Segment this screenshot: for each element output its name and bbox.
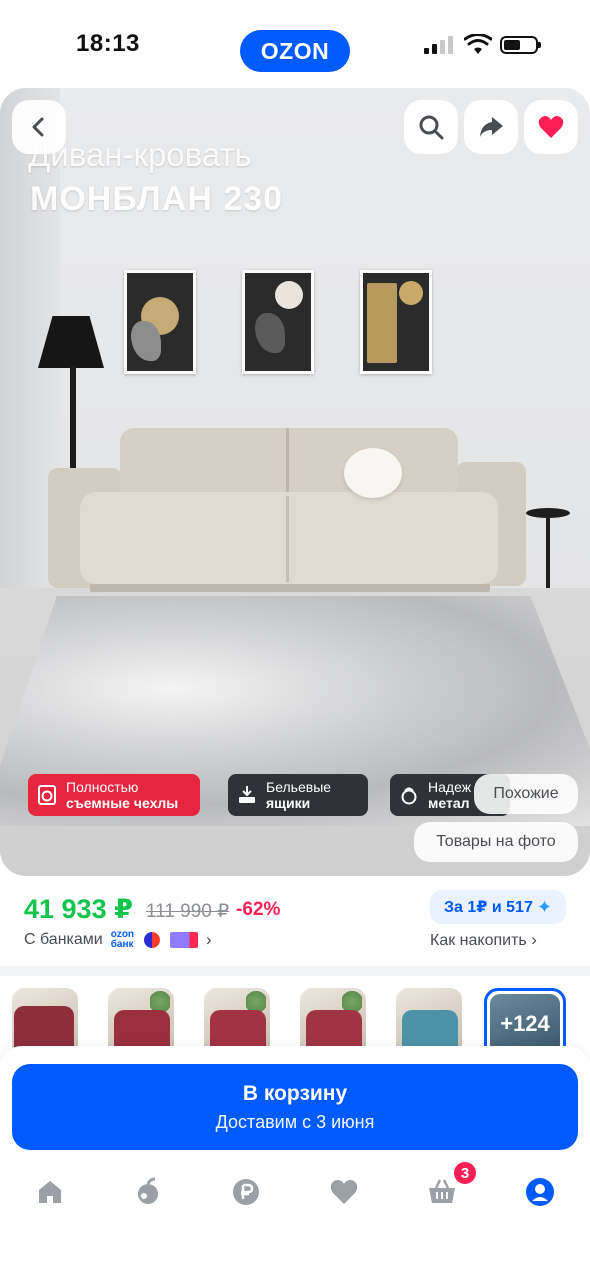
home-icon: [39, 1181, 61, 1203]
ruble-icon: [233, 1179, 259, 1205]
wall-art-1: [124, 270, 196, 374]
share-icon: [480, 117, 503, 137]
photo-title-line2: МОНБЛАН 230: [30, 180, 284, 218]
add-to-cart-button[interactable]: В корзину Доставим с 3 июня: [12, 1064, 578, 1150]
profile-icon: [526, 1178, 554, 1206]
pillow: [344, 448, 402, 498]
banks-label: С банками: [24, 931, 103, 948]
weight-icon: [398, 784, 420, 806]
washing-machine-icon: [36, 784, 58, 806]
section-divider: [0, 966, 590, 976]
similar-button[interactable]: Похожие: [474, 774, 578, 814]
ozon-logo[interactable]: OZON: [240, 30, 350, 72]
sofa: [120, 428, 458, 498]
current-price: 41 933 ₽: [24, 894, 133, 924]
how-to-accumulate-link[interactable]: Как накопить ›: [430, 930, 537, 950]
tab-payments[interactable]: [226, 1172, 266, 1212]
banks-row[interactable]: С банками ozon банк ›: [24, 930, 212, 950]
cart-icon: [429, 1179, 455, 1203]
search-button[interactable]: [404, 100, 458, 154]
feature-badge-covers: Полностью съемные чехлы: [28, 774, 200, 816]
tab-home[interactable]: [30, 1172, 70, 1212]
wifi-icon: [464, 34, 492, 54]
ozon-bank-logo: ozon банк: [110, 929, 135, 950]
status-time: 18:13: [76, 30, 140, 57]
product-screen: 18:13 OZON Диван-кровать МОНБЛАН 230 Пол…: [0, 0, 590, 1280]
heart-icon: [538, 116, 564, 138]
chevron-right-icon: ›: [206, 930, 212, 949]
products-on-photo-button[interactable]: Товары на фото: [414, 822, 578, 862]
fresh-icon: [138, 1177, 158, 1204]
feature-badge-drawers: Бельевые ящики: [228, 774, 368, 816]
product-photo[interactable]: Диван-кровать МОНБЛАН 230 Полностью съемн…: [0, 88, 590, 876]
battery-icon: [500, 36, 541, 54]
chevron-left-icon: [32, 117, 44, 137]
status-bar: 18:13 OZON: [0, 0, 590, 88]
bank-logo-icon: [142, 930, 163, 950]
tab-fresh[interactable]: [128, 1172, 168, 1212]
chevron-right-icon: ›: [531, 930, 537, 949]
bank-logo-icon-2: [170, 932, 199, 948]
favorite-button[interactable]: [524, 100, 578, 154]
wall-art-3: [360, 270, 432, 374]
search-icon: [419, 115, 444, 140]
old-price: 111 990 ₽: [146, 901, 230, 922]
discount-badge: -62%: [236, 899, 281, 920]
bonus-badge[interactable]: За 1₽ и 517 ✦: [430, 890, 566, 924]
tab-favorites[interactable]: [324, 1172, 364, 1212]
back-button[interactable]: [12, 100, 66, 154]
tab-profile[interactable]: [520, 1172, 560, 1212]
signal-icon: [424, 36, 454, 54]
sparkle-icon: ✦: [536, 896, 552, 917]
heart-icon: [330, 1180, 358, 1204]
share-button[interactable]: [464, 100, 518, 154]
wall-art-2: [242, 270, 314, 374]
cart-count-badge: 3: [452, 1160, 478, 1186]
drawer-icon: [236, 784, 258, 806]
